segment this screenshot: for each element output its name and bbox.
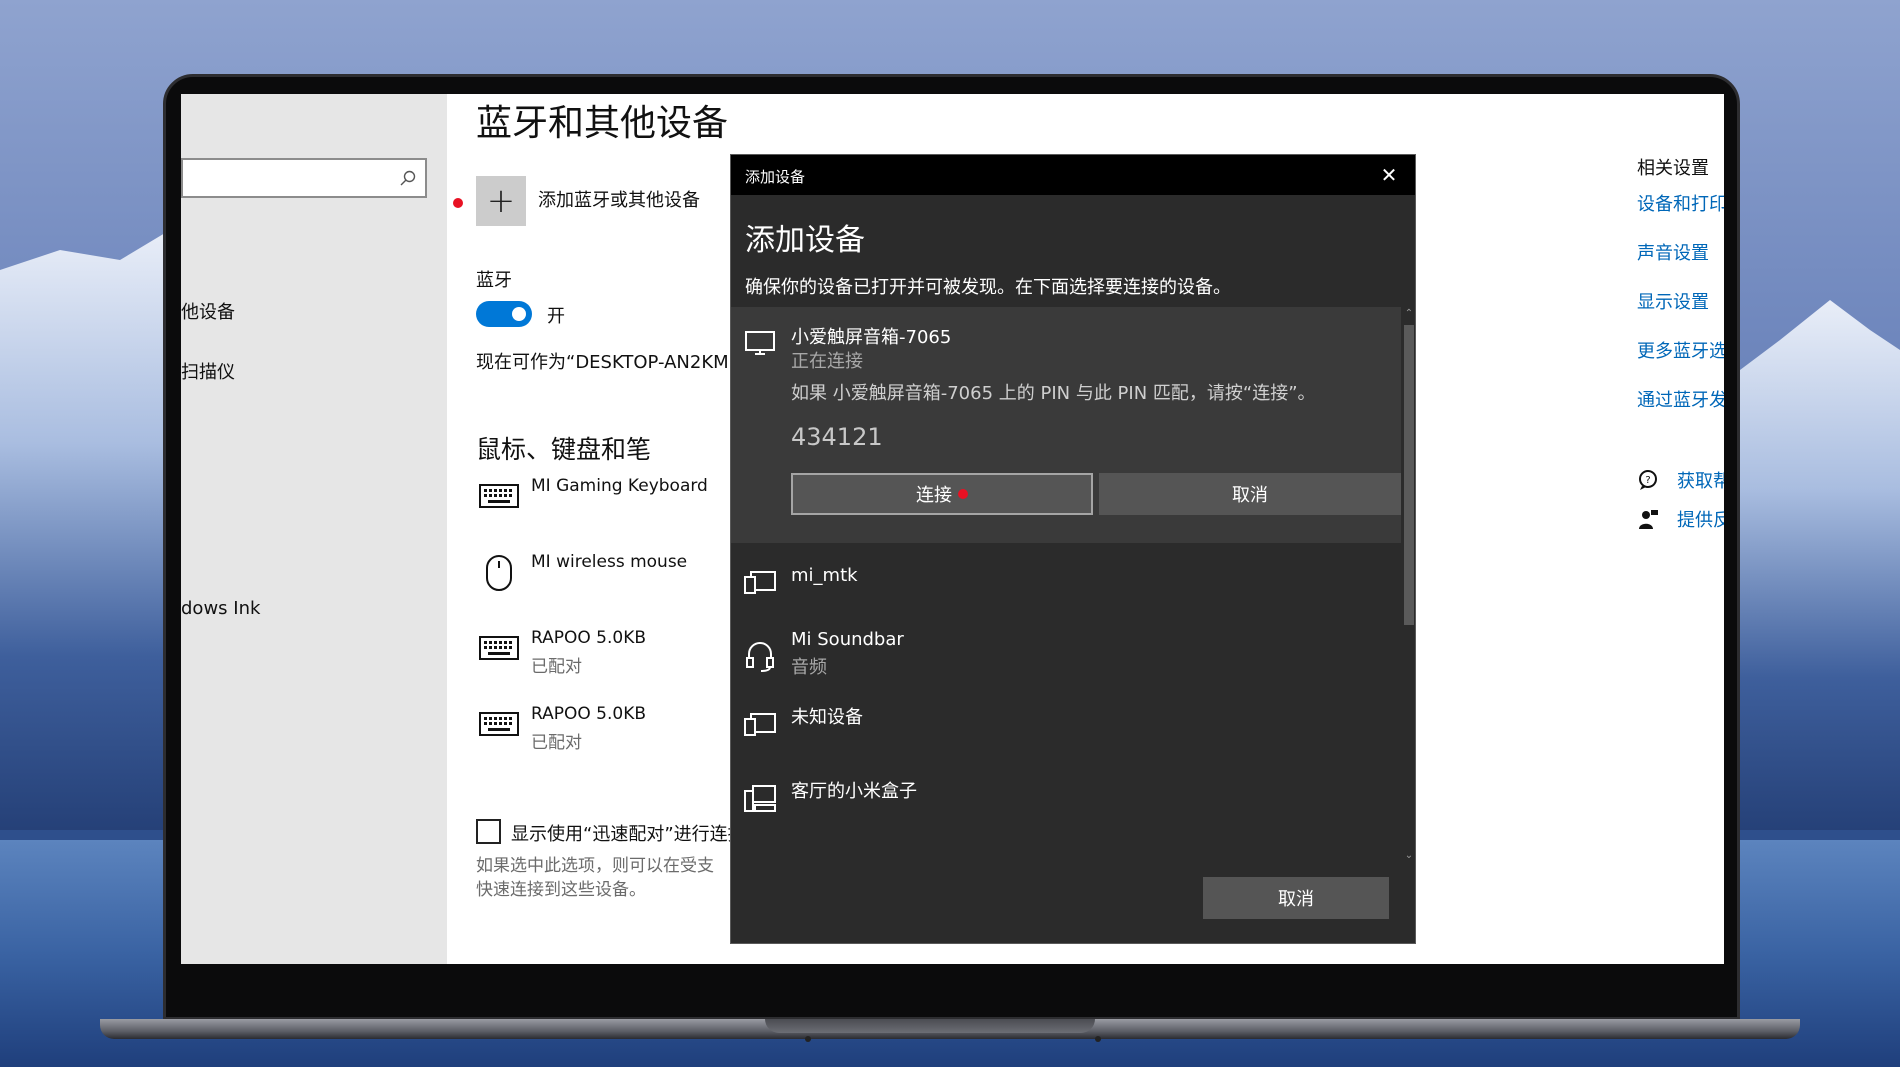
scroll-thumb[interactable] — [1404, 325, 1414, 625]
device-list-scrollbar[interactable]: ⌃ ⌄ — [1401, 307, 1416, 863]
settings-window: 他设备 扫描仪 dows Ink 蓝牙和其他设备 + 添加蓝牙或其他设备 蓝牙 … — [181, 94, 1724, 964]
device-name: RAPOO 5.0KB — [531, 704, 646, 724]
discoverable-text: 现在可作为“DESKTOP-AN2KMIK” — [476, 348, 755, 374]
device-status: 已配对 — [531, 728, 582, 753]
active-device-status: 正在连接 — [791, 347, 863, 373]
device-item[interactable]: MI wireless mouse — [478, 552, 758, 612]
add-device-button[interactable]: + 添加蓝牙或其他设备 — [453, 176, 753, 232]
svg-text:?: ? — [1645, 475, 1650, 486]
nav-item-other-devices[interactable]: 他设备 — [181, 298, 235, 324]
page-title: 蓝牙和其他设备 — [476, 94, 728, 146]
bluetooth-label: 蓝牙 — [476, 266, 512, 292]
monitor-icon — [743, 325, 777, 359]
link-more-bluetooth[interactable]: 更多蓝牙选 — [1637, 337, 1724, 363]
bluetooth-toggle[interactable] — [476, 301, 532, 327]
help-chat-icon: ? — [1637, 469, 1659, 491]
plus-icon: + — [476, 176, 526, 226]
dialog-subtitle: 确保你的设备已打开并可被发现。在下面选择要连接的设备。 — [745, 273, 1231, 299]
generic-device-icon — [743, 565, 777, 599]
search-input[interactable] — [181, 158, 427, 198]
device-name: 客厅的小米盒子 — [791, 777, 917, 803]
active-device-item[interactable]: 小爱触屏音箱-7065 正在连接 如果 小爱触屏音箱-7065 上的 PIN 与… — [731, 307, 1401, 543]
add-device-label: 添加蓝牙或其他设备 — [538, 186, 700, 212]
device-list-item[interactable]: 未知设备 — [731, 699, 1401, 773]
dialog-heading: 添加设备 — [745, 215, 865, 259]
device-name: 未知设备 — [791, 703, 863, 729]
nav-item-windows-ink[interactable]: dows Ink — [181, 598, 260, 619]
link-devices-printers[interactable]: 设备和打印 — [1637, 190, 1724, 216]
pin-code: 434121 — [791, 423, 883, 451]
keyboard-icon — [478, 704, 520, 746]
mouse-icon — [478, 552, 520, 594]
marker-dot — [453, 198, 463, 208]
get-help-label: 获取帮 — [1677, 467, 1724, 493]
device-list-item[interactable]: Mi Soundbar 音频 — [731, 625, 1401, 699]
device-item[interactable]: RAPOO 5.0KB 已配对 — [478, 704, 758, 764]
keyboard-icon — [478, 476, 520, 518]
active-device-name: 小爱触屏音箱-7065 — [791, 323, 951, 349]
section-title: 鼠标、键盘和笔 — [476, 430, 651, 466]
scroll-up-icon[interactable]: ⌃ — [1404, 309, 1414, 319]
marker-dot — [958, 489, 968, 499]
device-item[interactable]: MI Gaming Keyboard — [478, 476, 758, 536]
link-send-bluetooth[interactable]: 通过蓝牙发 — [1637, 386, 1724, 412]
device-list: 小爱触屏音箱-7065 正在连接 如果 小爱触屏音箱-7065 上的 PIN 与… — [731, 303, 1416, 863]
toggle-knob — [512, 307, 526, 321]
device-list-item[interactable]: 客厅的小米盒子 — [731, 773, 1401, 847]
link-display-settings[interactable]: 显示设置 — [1637, 288, 1709, 314]
generic-device-icon — [743, 707, 777, 741]
feedback-person-icon — [1637, 508, 1659, 530]
headset-icon — [743, 639, 777, 673]
add-device-dialog: 添加设备 ✕ 添加设备 确保你的设备已打开并可被发现。在下面选择要连接的设备。 … — [730, 154, 1416, 944]
device-name: mi_mtk — [791, 565, 858, 586]
nav-pane: 他设备 扫描仪 dows Ink — [181, 94, 447, 964]
device-name: RAPOO 5.0KB — [531, 628, 646, 648]
device-list-item[interactable]: mi_mtk — [731, 551, 1401, 625]
swift-pair-label: 显示使用“迅速配对”进行连接 — [511, 820, 746, 846]
device-name: MI Gaming Keyboard — [531, 476, 708, 496]
swift-pair-checkbox[interactable] — [476, 819, 501, 844]
laptop-foot — [1095, 1036, 1101, 1042]
bluetooth-state: 开 — [547, 302, 565, 328]
device-name: Mi Soundbar — [791, 629, 904, 650]
give-feedback-label: 提供反 — [1677, 506, 1724, 532]
pin-message: 如果 小爱触屏音箱-7065 上的 PIN 与此 PIN 匹配，请按“连接”。 — [791, 379, 1316, 405]
related-settings-title: 相关设置 — [1637, 154, 1709, 180]
device-status: 已配对 — [531, 652, 582, 677]
connect-button[interactable]: 连接 — [791, 473, 1093, 515]
link-sound-settings[interactable]: 声音设置 — [1637, 239, 1709, 265]
scroll-down-icon[interactable]: ⌄ — [1404, 851, 1414, 861]
dialog-titlebar: 添加设备 ✕ — [731, 155, 1415, 195]
dialog-window-title: 添加设备 — [745, 166, 805, 187]
laptop-foot — [805, 1036, 811, 1042]
media-device-icon — [743, 781, 777, 815]
search-icon — [399, 169, 417, 187]
device-name: MI wireless mouse — [531, 552, 687, 572]
cancel-pairing-button[interactable]: 取消 — [1099, 473, 1401, 515]
nav-item-scanners[interactable]: 扫描仪 — [181, 358, 235, 384]
device-status: 音频 — [791, 653, 827, 679]
close-icon[interactable]: ✕ — [1377, 163, 1401, 187]
dialog-cancel-button[interactable]: 取消 — [1203, 877, 1389, 919]
laptop-notch — [765, 1019, 1095, 1033]
device-item[interactable]: RAPOO 5.0KB 已配对 — [478, 628, 758, 688]
connect-label: 连接 — [916, 481, 952, 507]
keyboard-icon — [478, 628, 520, 670]
